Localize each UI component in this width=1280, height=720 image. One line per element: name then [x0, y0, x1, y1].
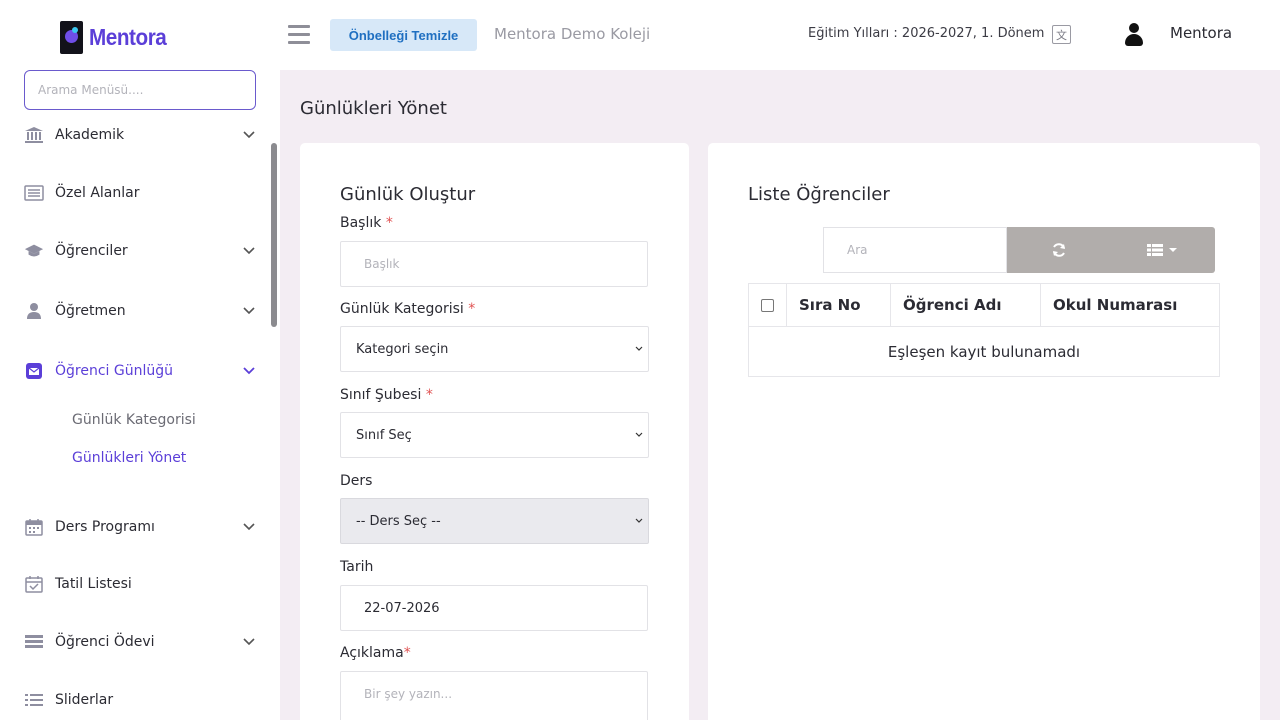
- envelope-icon: [24, 361, 44, 381]
- logo-mark-icon: [60, 21, 83, 54]
- description-label: Açıklama*: [340, 645, 411, 661]
- title-label: Başlık *: [340, 215, 393, 231]
- subject-select-value: -- Ders Seç --: [356, 513, 441, 529]
- chevron-down-icon: [243, 131, 255, 139]
- sidebar-item-label: Özel Alanlar: [55, 185, 140, 201]
- user-icon: [24, 301, 44, 321]
- bank-icon: [24, 125, 44, 145]
- sidebar-item-label: Ders Programı: [55, 519, 155, 535]
- subject-select[interactable]: -- Ders Seç --: [340, 498, 649, 544]
- class-select-value: Sınıf Seç: [356, 427, 412, 443]
- sidebar-subitem-gunluk-kategorisi[interactable]: Günlük Kategorisi: [72, 412, 196, 428]
- description-textarea[interactable]: Bir şey yazın...: [340, 671, 648, 720]
- graduation-cap-icon: [24, 241, 44, 261]
- select-all-cell: [749, 284, 787, 326]
- top-header: Mentora Önbelleği Temizle Mentora Demo K…: [0, 0, 1280, 70]
- list-box-icon: [24, 183, 44, 203]
- chevron-down-icon: [635, 346, 643, 351]
- page-title: Günlükleri Yönet: [300, 98, 447, 119]
- menu-search-input[interactable]: [24, 70, 256, 110]
- school-name: Mentora Demo Koleji: [494, 25, 651, 43]
- empty-table-message: Eşleşen kayıt bulunamadı: [887, 342, 1081, 361]
- sidebar-item-label: Sliderlar: [55, 692, 114, 708]
- chevron-down-icon: [243, 307, 255, 315]
- stack-icon: [24, 632, 44, 652]
- sidebar-item-sliderlar[interactable]: Sliderlar: [24, 685, 260, 715]
- sidebar-item-ders-programi[interactable]: Ders Programı: [24, 512, 260, 542]
- class-select[interactable]: Sınıf Seç: [340, 412, 649, 458]
- academic-years: Eğitim Yılları : 2026-2027, 1. Dönem: [808, 26, 1045, 41]
- sidebar-item-ogrenci-odevi[interactable]: Öğrenci Ödevi: [24, 627, 260, 657]
- table-header-row: Sıra No Öğrenci Adı Okul Numarası: [749, 284, 1219, 327]
- sidebar-item-ogrenci-gunlugu[interactable]: Öğrenci Günlüğü: [24, 356, 260, 386]
- select-all-checkbox[interactable]: [761, 298, 774, 312]
- sidebar-item-label: Öğrenciler: [55, 243, 128, 259]
- chevron-down-icon: [243, 523, 255, 531]
- student-list-card: Liste Öğrenciler Ara Sıra No Öğrenci Adı…: [708, 143, 1260, 720]
- user-name[interactable]: Mentora: [1170, 24, 1232, 42]
- table-toolbar: [1007, 227, 1215, 273]
- columns-toggle-button[interactable]: [1111, 227, 1215, 273]
- category-select[interactable]: Kategori seçin: [340, 326, 649, 372]
- chevron-down-icon: [243, 367, 255, 375]
- sidebar-item-label: Tatil Listesi: [55, 576, 132, 592]
- sidebar-scrollbar[interactable]: [271, 143, 277, 327]
- refresh-button[interactable]: [1007, 227, 1111, 273]
- list-icon: [24, 690, 44, 710]
- user-avatar-icon[interactable]: [1124, 23, 1144, 47]
- logo[interactable]: Mentora: [60, 21, 175, 54]
- create-diary-card: Günlük Oluştur Başlık * Başlık Günlük Ka…: [300, 143, 689, 720]
- refresh-icon: [1053, 243, 1065, 257]
- subject-label: Ders: [340, 473, 373, 489]
- sidebar-item-label: Öğrenci Günlüğü: [55, 363, 173, 379]
- form-title: Günlük Oluştur: [340, 184, 476, 205]
- date-input[interactable]: 22-07-2026: [340, 585, 648, 631]
- column-okul-numarasi[interactable]: Okul Numarası: [1041, 284, 1219, 326]
- sidebar: Akademik Özel Alanlar Öğrenciler Öğretme…: [0, 70, 280, 720]
- date-label: Tarih: [340, 559, 374, 575]
- category-select-value: Kategori seçin: [356, 341, 449, 357]
- category-label: Günlük Kategorisi *: [340, 301, 476, 317]
- chevron-down-icon: [635, 432, 643, 437]
- chevron-down-icon: [635, 518, 643, 523]
- column-ogrenci-adi[interactable]: Öğrenci Adı: [891, 284, 1041, 326]
- class-label: Sınıf Şubesi *: [340, 387, 433, 403]
- calendar-check-icon: [24, 574, 44, 594]
- chevron-down-icon: [243, 247, 255, 255]
- sidebar-item-label: Öğretmen: [55, 303, 126, 319]
- sidebar-subitem-gunlukleri-yonet[interactable]: Günlükleri Yönet: [72, 450, 186, 466]
- list-columns-icon: [1147, 244, 1177, 256]
- sidebar-item-akademik[interactable]: Akademik: [24, 120, 260, 150]
- sidebar-item-ogretmen[interactable]: Öğretmen: [24, 296, 260, 326]
- chevron-down-icon: [243, 638, 255, 646]
- title-input[interactable]: Başlık: [340, 241, 648, 287]
- sidebar-item-ozel-alanlar[interactable]: Özel Alanlar: [24, 178, 260, 208]
- sidebar-item-label: Öğrenci Ödevi: [55, 634, 155, 650]
- sidebar-item-tatil-listesi[interactable]: Tatil Listesi: [24, 569, 260, 599]
- sidebar-item-ogrenciler[interactable]: Öğrenciler: [24, 236, 260, 266]
- language-icon[interactable]: 文: [1052, 25, 1071, 44]
- table-search-input[interactable]: Ara: [823, 227, 1007, 273]
- clear-cache-button[interactable]: Önbelleği Temizle: [330, 19, 477, 51]
- menu-toggle-icon[interactable]: [288, 25, 310, 45]
- student-list-title: Liste Öğrenciler: [748, 184, 890, 205]
- sidebar-item-label: Akademik: [55, 127, 125, 143]
- logo-text: Mentora: [89, 24, 167, 50]
- calendar-icon: [24, 517, 44, 537]
- students-table: Sıra No Öğrenci Adı Okul Numarası Eşleşe…: [748, 283, 1220, 377]
- column-sira-no[interactable]: Sıra No: [787, 284, 891, 326]
